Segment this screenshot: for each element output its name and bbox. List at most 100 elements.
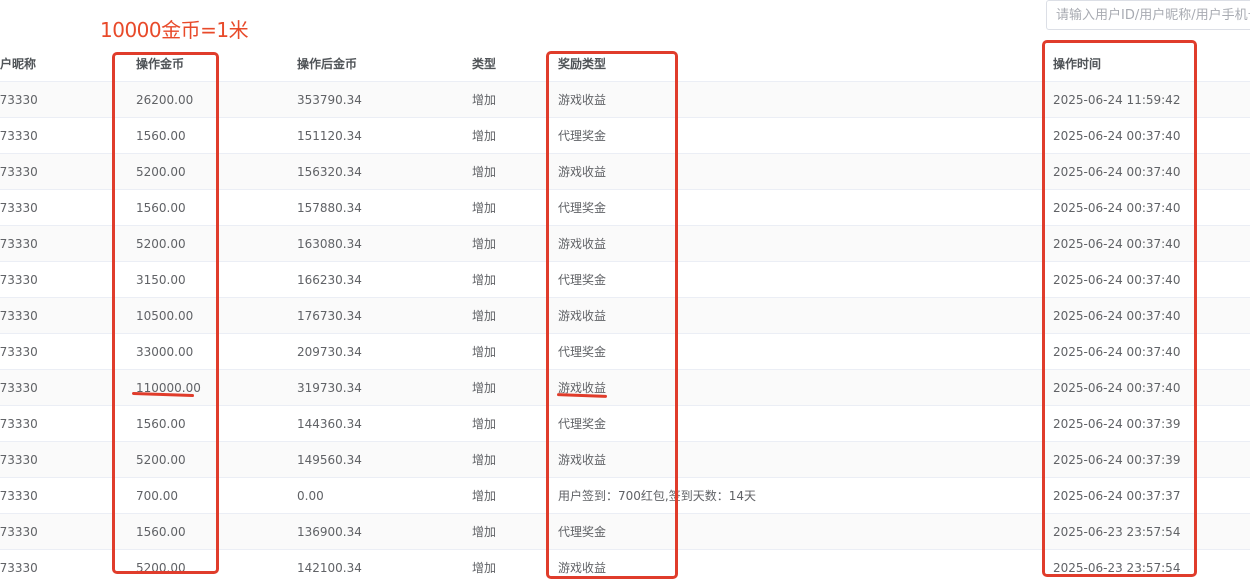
records-table: 用户昵称 操作金币 操作后金币 类型 奖励类型 操作时间 473330 26200… — [0, 46, 1250, 581]
cell-nickname: 473330 — [0, 549, 136, 581]
table-row: 473330 26200.00353790.34增加游戏收益2025-06-24 … — [0, 81, 1250, 118]
cell-time: 2025-06-24 00:37:40 — [1053, 153, 1250, 190]
cell-time: 2025-06-24 00:37:40 — [1053, 261, 1250, 298]
cell-nickname: 473330 — [0, 513, 136, 550]
cell-nickname-text: 473330 — [0, 92, 38, 107]
cell-after: 166230.34 — [297, 261, 472, 298]
cell-time: 2025-06-24 00:37:39 — [1053, 441, 1250, 478]
cell-reward-type: 游戏收益 — [558, 225, 1053, 262]
cell-type: 增加 — [472, 117, 558, 154]
table-row: 473330 10500.00176730.34增加游戏收益2025-06-24 … — [0, 297, 1250, 334]
cell-amount: 5200.00 — [136, 153, 297, 190]
cell-nickname-text: 473330 — [0, 164, 38, 179]
cell-nickname: 473330 — [0, 81, 136, 118]
table-row: 473330 5200.00149560.34增加游戏收益2025-06-24 0… — [0, 441, 1250, 478]
annotation-note: 10000金币=1米 — [100, 18, 249, 42]
cell-nickname-text: 473330 — [0, 200, 38, 215]
cell-after: 353790.34 — [297, 81, 472, 118]
cell-amount: 110000.00 — [136, 369, 297, 406]
cell-nickname: 473330 — [0, 369, 136, 406]
cell-after: 157880.34 — [297, 189, 472, 226]
cell-amount: 10500.00 — [136, 297, 297, 334]
table-row: 473330 5200.00156320.34增加游戏收益2025-06-24 0… — [0, 153, 1250, 190]
cell-after: 151120.34 — [297, 117, 472, 154]
cell-nickname-text: 473330 — [0, 560, 38, 575]
cell-time: 2025-06-24 00:37:40 — [1053, 189, 1250, 226]
cell-nickname-text: 473330 — [0, 308, 38, 323]
table-header: 用户昵称 操作金币 操作后金币 类型 奖励类型 操作时间 — [0, 46, 1250, 82]
cell-type: 增加 — [472, 153, 558, 190]
cell-amount: 5200.00 — [136, 225, 297, 262]
cell-type: 增加 — [472, 333, 558, 370]
page: 10000金币=1米 用户昵称 操作金币 操作后金币 类型 奖励类型 操作时间 … — [0, 0, 1250, 581]
table-row: 473330 1560.00157880.34增加代理奖金2025-06-24 0… — [0, 189, 1250, 226]
cell-after: 319730.34 — [297, 369, 472, 406]
search-input[interactable] — [1046, 0, 1250, 30]
column-header-nickname: 用户昵称 — [0, 46, 136, 82]
cell-reward-type: 代理奖金 — [558, 513, 1053, 550]
cell-amount: 1560.00 — [136, 189, 297, 226]
table-row: 473330 33000.00209730.34增加代理奖金2025-06-24 … — [0, 333, 1250, 370]
cell-type: 增加 — [472, 513, 558, 550]
cell-nickname: 473330 — [0, 333, 136, 370]
cell-reward-type: 游戏收益 — [558, 297, 1053, 334]
table-body: 47333026200.00353790.34增加游戏收益2025-06-24 … — [0, 81, 1250, 581]
cell-nickname-text: 473330 — [0, 128, 38, 143]
cell-nickname: 473330 — [0, 261, 136, 298]
cell-time: 2025-06-24 00:37:40 — [1053, 333, 1250, 370]
cell-amount: 33000.00 — [136, 333, 297, 370]
cell-after: 156320.34 — [297, 153, 472, 190]
cell-nickname-text: 473330 — [0, 236, 38, 251]
cell-nickname: 473330 — [0, 153, 136, 190]
cell-after: 0.00 — [297, 477, 472, 514]
table-row: 473330 3150.00166230.34增加代理奖金2025-06-24 0… — [0, 261, 1250, 298]
cell-reward-type: 代理奖金 — [558, 333, 1053, 370]
cell-type: 增加 — [472, 405, 558, 442]
cell-time: 2025-06-24 00:37:37 — [1053, 477, 1250, 514]
cell-time: 2025-06-23 23:57:54 — [1053, 549, 1250, 581]
cell-time: 2025-06-24 00:37:40 — [1053, 297, 1250, 334]
column-header-amount: 操作金币 — [136, 46, 297, 82]
cell-time: 2025-06-24 00:37:39 — [1053, 405, 1250, 442]
cell-time: 2025-06-24 00:37:40 — [1053, 225, 1250, 262]
cell-reward-type: 用户签到：700红包,签到天数：14天 — [558, 477, 1053, 514]
cell-after: 142100.34 — [297, 549, 472, 581]
cell-type: 增加 — [472, 81, 558, 118]
cell-after: 149560.34 — [297, 441, 472, 478]
table-row: 473330 110000.00319730.34增加游戏收益2025-06-24… — [0, 369, 1250, 406]
cell-reward-type: 代理奖金 — [558, 189, 1053, 226]
table-row: 473330 1560.00151120.34增加代理奖金2025-06-24 0… — [0, 117, 1250, 154]
cell-amount: 1560.00 — [136, 513, 297, 550]
cell-amount: 1560.00 — [136, 117, 297, 154]
cell-nickname-text: 473330 — [0, 488, 38, 503]
cell-nickname-text: 473330 — [0, 380, 38, 395]
table-row: 473330 5200.00163080.34增加游戏收益2025-06-24 0… — [0, 225, 1250, 262]
cell-nickname: 473330 — [0, 441, 136, 478]
cell-after: 163080.34 — [297, 225, 472, 262]
cell-reward-type: 游戏收益 — [558, 549, 1053, 581]
cell-nickname: 473330 — [0, 477, 136, 514]
cell-time: 2025-06-24 11:59:42 — [1053, 81, 1250, 118]
cell-nickname-text: 473330 — [0, 524, 38, 539]
cell-nickname-text: 473330 — [0, 452, 38, 467]
cell-type: 增加 — [472, 297, 558, 334]
cell-type: 增加 — [472, 369, 558, 406]
cell-time: 2025-06-23 23:57:54 — [1053, 513, 1250, 550]
cell-nickname-text: 473330 — [0, 416, 38, 431]
cell-nickname-text: 473330 — [0, 272, 38, 287]
cell-amount: 26200.00 — [136, 81, 297, 118]
cell-amount: 5200.00 — [136, 441, 297, 478]
column-header-time: 操作时间 — [1053, 46, 1250, 82]
cell-amount: 1560.00 — [136, 405, 297, 442]
column-header-reward-type: 奖励类型 — [558, 46, 1053, 82]
cell-reward-type: 游戏收益 — [558, 153, 1053, 190]
column-header-nickname-label: 用户昵称 — [0, 57, 37, 71]
cell-nickname: 473330 — [0, 225, 136, 262]
table-row: 473330 1560.00136900.34增加代理奖金2025-06-23 2… — [0, 513, 1250, 550]
cell-time: 2025-06-24 00:37:40 — [1053, 369, 1250, 406]
cell-amount: 700.00 — [136, 477, 297, 514]
cell-reward-type: 游戏收益 — [558, 441, 1053, 478]
column-header-after: 操作后金币 — [297, 46, 472, 82]
table-row: 473330 5200.00142100.34增加游戏收益2025-06-23 2… — [0, 549, 1250, 581]
cell-time: 2025-06-24 00:37:40 — [1053, 117, 1250, 154]
